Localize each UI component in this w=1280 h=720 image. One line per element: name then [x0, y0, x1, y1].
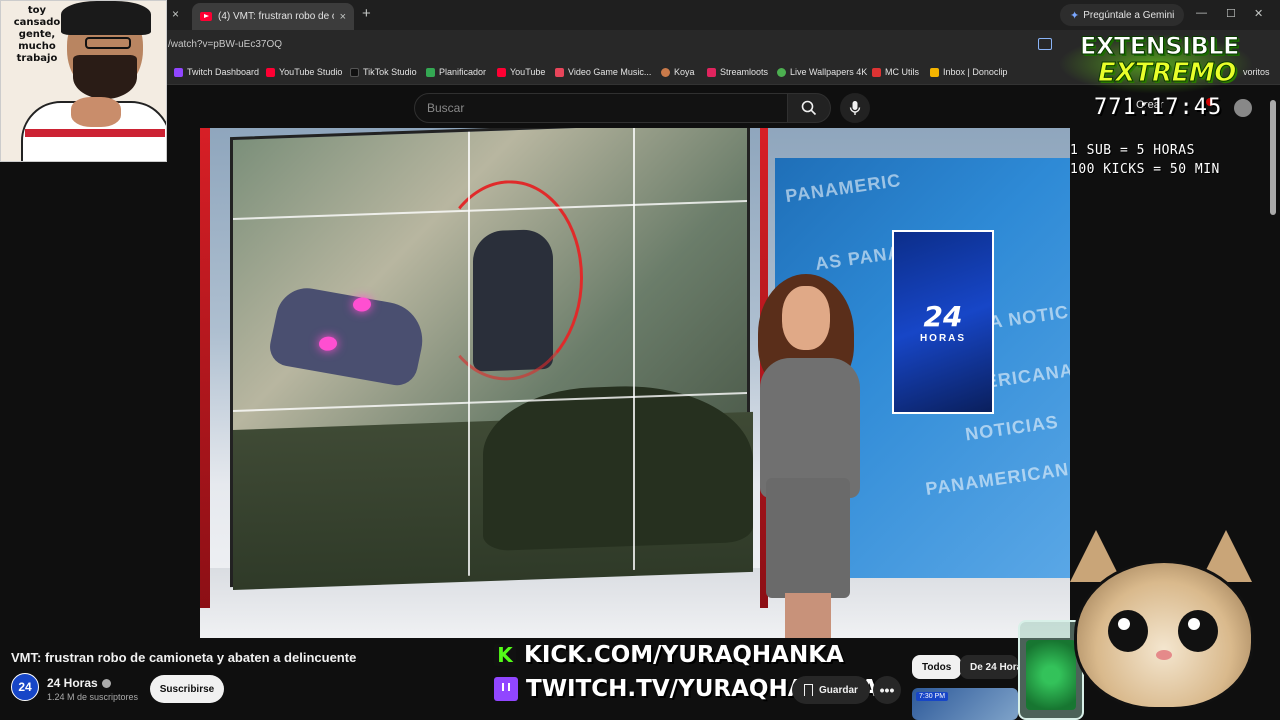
gemini-star-icon: ✦ — [1070, 9, 1080, 22]
url-field[interactable]: /watch?v=pBW-uEc37OQ — [168, 39, 282, 50]
bookmark-donoclip[interactable]: Inbox | Donoclip — [930, 67, 1007, 77]
thumbnail-time-label: 7:30 PM — [916, 692, 949, 701]
streamer-beard — [73, 55, 137, 99]
red-pillar — [200, 128, 210, 608]
youtube-favicon-icon — [200, 12, 212, 21]
chip-channel[interactable]: De 24 Horas — [960, 655, 1018, 679]
tab-close-icon[interactable]: × — [340, 11, 346, 23]
music-icon — [555, 67, 564, 77]
planner-icon — [426, 67, 435, 77]
video-player[interactable]: PANAMERIC AS PANA NA NOTIC AMERICANA NOT… — [200, 128, 1070, 638]
new-tab-icon[interactable]: + — [362, 5, 371, 22]
bushes — [483, 381, 753, 552]
cat-eye — [1108, 610, 1148, 652]
gemini-button[interactable]: ✦ Pregúntale a Gemini — [1060, 4, 1185, 26]
kick-overlay: K KICK.COM/YURAQHANKA — [494, 642, 844, 668]
bookmark-youtube[interactable]: YouTube — [497, 67, 545, 77]
anchor-skirt — [766, 478, 850, 598]
grid-line — [468, 131, 470, 576]
bookmark-twitch-dashboard[interactable]: Twitch Dashboard — [174, 67, 259, 77]
cat-eye — [1178, 610, 1218, 652]
subathon-timer: 771:17:45 — [1094, 95, 1223, 120]
streamer-hand — [71, 97, 121, 127]
cat-mascot — [1050, 530, 1280, 720]
video-wall-screen — [230, 128, 753, 590]
mc-utils-icon — [872, 67, 881, 77]
tiktok-icon — [350, 67, 359, 77]
save-button[interactable]: Guardar — [792, 676, 870, 704]
logo-line2: EXTREMO — [1098, 58, 1237, 89]
subscriber-count: 1.24 M de suscriptores — [47, 692, 139, 702]
minimize-icon[interactable]: — — [1196, 7, 1207, 19]
search-button[interactable] — [787, 93, 831, 123]
browser-tab-bar: × (4) VMT: frustran robo de c × + ✦ Preg… — [0, 0, 1280, 30]
bookmark-koya[interactable]: Koya — [661, 67, 695, 77]
anchor-legs — [785, 593, 831, 638]
extensible-extremo-logo: EXTENSIBLE EXTREMO — [1058, 30, 1254, 96]
twitch-icon — [494, 677, 518, 701]
bookmark-mc-utils[interactable]: MC Utils — [872, 67, 919, 77]
cat-nose — [1156, 650, 1172, 660]
gemini-label: Pregúntale a Gemini — [1083, 9, 1175, 21]
koya-icon — [661, 67, 670, 77]
wallpaper-icon — [777, 67, 786, 77]
wall-text: NOTICIAS — [963, 411, 1060, 445]
streamer-shirt-band — [25, 129, 165, 137]
save-label: Guardar — [819, 684, 858, 696]
donoclip-icon — [930, 67, 939, 77]
microphone-icon — [849, 101, 861, 115]
user-avatar[interactable] — [1234, 99, 1252, 117]
anchor-face — [782, 286, 830, 350]
streamer-hair — [61, 1, 151, 35]
more-options-button[interactable]: ••• — [873, 676, 901, 704]
close-icon[interactable]: × — [172, 7, 179, 21]
channel-name-row[interactable]: 24 Horas — [47, 676, 111, 690]
channel-avatar[interactable]: 24 — [11, 673, 39, 701]
chip-all[interactable]: Todos — [912, 655, 962, 679]
page-scrollbar[interactable] — [1270, 100, 1276, 215]
bookmark-video-game-music[interactable]: Video Game Music... — [555, 67, 651, 77]
anchor-body — [760, 358, 860, 498]
kick-icon: K — [494, 643, 516, 667]
kick-url: KICK.COM/YURAQHANKA — [524, 642, 844, 668]
subscribe-button[interactable]: Suscribirse — [150, 675, 224, 703]
search-input[interactable]: Buscar — [414, 93, 788, 123]
wall-text: PANAMERICANA — [924, 457, 1070, 499]
cast-icon[interactable] — [1038, 38, 1052, 50]
tab-title: (4) VMT: frustran robo de c — [218, 11, 334, 22]
cat-head — [1074, 560, 1254, 710]
bookmark-youtube-studio[interactable]: YouTube Studio — [266, 67, 342, 77]
search-icon — [801, 100, 817, 116]
grid-line — [633, 128, 635, 571]
streamloots-icon — [707, 67, 716, 77]
bookmark-tiktok-studio[interactable]: TikTok Studio — [350, 67, 417, 77]
twitch-icon — [174, 67, 183, 77]
logo-line1: EXTENSIBLE — [1080, 32, 1240, 61]
logo-number: 24 — [923, 300, 963, 333]
rule-sub: 1 SUB = 5 HORAS — [1070, 143, 1195, 158]
bookmark-planificador[interactable]: Planificador — [426, 67, 486, 77]
rule-kicks: 100 KICKS = 50 MIN — [1070, 162, 1220, 177]
car-shape — [266, 283, 430, 389]
bookmark-streamloots[interactable]: Streamloots — [707, 67, 768, 77]
voice-search-button[interactable] — [840, 93, 870, 123]
bookmark-icon — [804, 684, 813, 696]
streamer-glasses — [85, 37, 131, 49]
youtube-icon — [497, 67, 506, 77]
streamer-webcam: toy cansado gente, mucho trabajo — [0, 0, 167, 162]
video-title: VMT: frustran robo de camioneta y abaten… — [11, 650, 357, 665]
maximize-icon[interactable]: ☐ — [1226, 7, 1236, 20]
bookmark-live-wallpapers[interactable]: Live Wallpapers 4K — [777, 67, 867, 77]
browser-tab-active[interactable]: (4) VMT: frustran robo de c × — [192, 3, 354, 30]
logo-subtitle: HORAS — [919, 333, 967, 344]
window-close-icon[interactable]: ✕ — [1254, 7, 1263, 20]
24-horas-logo-panel: 24 HORAS — [892, 230, 994, 414]
channel-name: 24 Horas — [47, 676, 98, 690]
verified-icon — [101, 678, 111, 688]
youtube-studio-icon — [266, 67, 275, 77]
webcam-caption: toy cansado gente, mucho trabajo — [13, 5, 61, 64]
